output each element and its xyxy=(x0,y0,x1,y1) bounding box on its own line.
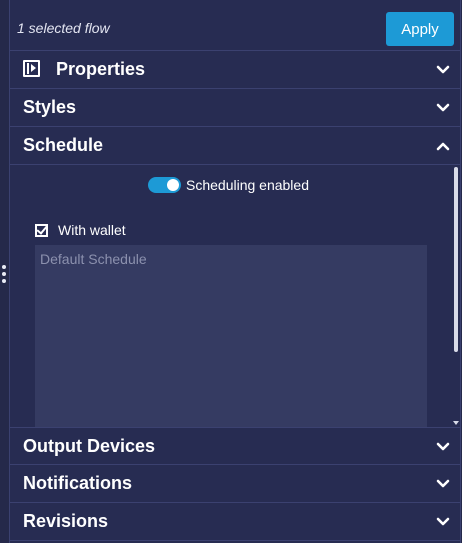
section-notifications[interactable]: Notifications xyxy=(10,465,460,503)
chevron-down-icon[interactable] xyxy=(434,513,452,531)
scheduling-toggle-label: Scheduling enabled xyxy=(186,177,309,193)
section-styles[interactable]: Styles xyxy=(10,89,460,127)
side-panel: 1 selected flow Apply Properties Styles … xyxy=(9,0,461,543)
chevron-down-icon[interactable] xyxy=(434,61,452,79)
with-wallet-label: With wallet xyxy=(58,222,126,238)
schedule-scrollbar[interactable] xyxy=(452,165,460,427)
scheduling-toggle[interactable] xyxy=(148,177,181,193)
scrollbar-thumb[interactable] xyxy=(454,167,458,352)
chevron-down-icon[interactable] xyxy=(434,99,452,117)
panel-play-icon xyxy=(23,60,40,77)
apply-button[interactable]: Apply xyxy=(386,12,454,46)
section-notifications-title: Notifications xyxy=(23,473,133,493)
section-revisions-title: Revisions xyxy=(23,511,109,531)
resize-handle-icon[interactable] xyxy=(1,265,7,283)
section-revisions[interactable]: Revisions xyxy=(10,503,460,541)
section-properties[interactable]: Properties xyxy=(10,51,460,89)
section-properties-title: Properties xyxy=(56,59,146,79)
section-schedule[interactable]: Schedule xyxy=(10,127,460,165)
section-schedule-title: Schedule xyxy=(23,135,104,155)
selection-status: 1 selected flow xyxy=(17,20,110,36)
chevron-down-icon[interactable] xyxy=(434,475,452,493)
schedule-content: Scheduling enabled With wallet xyxy=(10,165,460,427)
panel-header: 1 selected flow Apply xyxy=(10,0,460,51)
with-wallet-row[interactable]: With wallet xyxy=(35,222,126,238)
section-styles-title: Styles xyxy=(23,97,77,117)
section-output-devices[interactable]: Output Devices xyxy=(10,427,460,465)
scheduling-toggle-row[interactable]: Scheduling enabled xyxy=(148,177,309,193)
with-wallet-checkbox[interactable] xyxy=(35,223,48,237)
chevron-down-icon[interactable] xyxy=(434,438,452,456)
section-output-devices-title: Output Devices xyxy=(23,436,156,456)
schedule-textarea[interactable] xyxy=(35,245,427,427)
scroll-down-arrow-icon[interactable] xyxy=(453,421,459,425)
chevron-up-icon[interactable] xyxy=(434,137,452,155)
